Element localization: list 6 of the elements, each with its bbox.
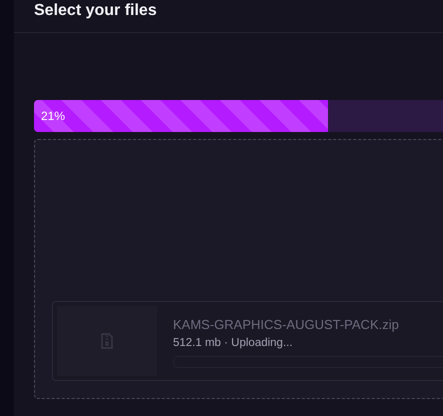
file-name: KAMS-GRAPHICS-AUGUST-PACK.zip [173, 316, 399, 333]
progress-percent: 21% [41, 109, 66, 123]
drop-zone[interactable]: KAMS-GRAPHICS-AUGUST-PACK.zip 512.1 mb · Uploading... [34, 139, 443, 399]
file-details: 512.1 mb · Uploading... [173, 336, 293, 351]
file-icon [101, 333, 113, 349]
page-title: Select your files [34, 1, 157, 21]
